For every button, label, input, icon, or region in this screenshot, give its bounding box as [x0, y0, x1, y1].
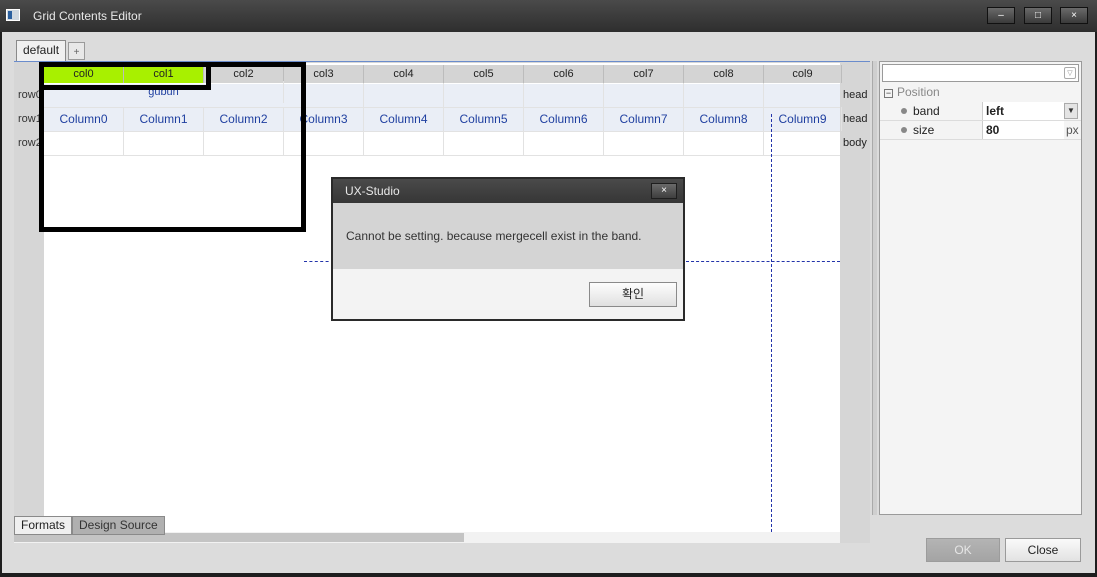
tab-formats[interactable]: Formats [14, 516, 73, 535]
property-row-band: band left ▼ [880, 102, 1081, 121]
property-object-select[interactable]: ▽ [882, 64, 1079, 82]
section-position[interactable]: − Position [884, 85, 940, 99]
col-header-7[interactable]: col7 [604, 65, 684, 83]
tab-default[interactable]: default [16, 40, 67, 61]
property-label: band [913, 104, 940, 118]
col-header-4[interactable]: col4 [364, 65, 444, 83]
grid-cell[interactable] [364, 83, 444, 107]
dialog-footer: 확인 [333, 269, 683, 319]
dialog-message: Cannot be setting. because mergecell exi… [333, 203, 683, 269]
property-row-size: size 80 px [880, 121, 1081, 140]
app-icon [6, 9, 20, 21]
grid-cell[interactable] [444, 83, 524, 107]
size-value-input[interactable]: 80 [982, 121, 1064, 139]
dialog-title: UX-Studio [333, 179, 683, 203]
chevron-down-icon[interactable]: ▽ [1064, 67, 1076, 79]
size-unit: px [1066, 123, 1079, 137]
band-label-row2: body [843, 137, 867, 149]
grid-cell[interactable] [684, 83, 764, 107]
close-button[interactable]: Close [1005, 538, 1081, 562]
horizontal-guide-line [304, 261, 334, 262]
vertical-guide-line [771, 114, 772, 532]
grid-cell[interactable] [364, 131, 444, 155]
grid-cell-column6[interactable]: Column6 [524, 107, 604, 131]
ok-button[interactable]: OK [926, 538, 1000, 562]
bullet-icon [901, 127, 907, 133]
grid-cell-column4[interactable]: Column4 [364, 107, 444, 131]
alert-dialog: UX-Studio × Cannot be setting. because m… [331, 177, 685, 321]
band-value-select[interactable]: left [982, 102, 1064, 120]
property-label: size [913, 123, 935, 137]
add-tab-button[interactable]: + [68, 42, 85, 60]
window-titlebar: Grid Contents Editor – □ × [0, 0, 1097, 32]
annotation-box [39, 62, 211, 90]
maximize-button[interactable]: □ [1024, 7, 1052, 24]
section-title: Position [897, 85, 940, 99]
confirm-button[interactable]: 확인 [589, 282, 677, 307]
band-label-row1: head [843, 113, 868, 125]
grid-cell[interactable] [684, 131, 764, 155]
col-header-6[interactable]: col6 [524, 65, 604, 83]
col-header-5[interactable]: col5 [444, 65, 524, 83]
dropdown-arrow-icon[interactable]: ▼ [1064, 103, 1078, 119]
property-panel: ▽ − Position band left ▼ size 80 px [879, 61, 1082, 515]
window-title: Grid Contents Editor [33, 9, 142, 23]
grid-cell[interactable] [604, 131, 684, 155]
grid-cell-column5[interactable]: Column5 [444, 107, 524, 131]
window-close-button[interactable]: × [1060, 7, 1088, 24]
panel-splitter[interactable] [872, 61, 877, 515]
grid-cell[interactable] [604, 83, 684, 107]
horizontal-guide-line [686, 261, 840, 262]
band-label-row0: head [843, 89, 868, 101]
col-header-9[interactable]: col9 [764, 65, 842, 83]
bullet-icon [901, 108, 907, 114]
minimize-button[interactable]: – [987, 7, 1015, 24]
grid-cell-column8[interactable]: Column8 [684, 107, 764, 131]
grid-cell[interactable] [524, 131, 604, 155]
tab-design-source[interactable]: Design Source [72, 516, 165, 535]
collapse-icon[interactable]: − [884, 89, 893, 98]
grid-cell[interactable] [444, 131, 524, 155]
dialog-close-button[interactable]: × [651, 183, 677, 199]
grid-cell[interactable] [524, 83, 604, 107]
col-header-8[interactable]: col8 [684, 65, 764, 83]
grid-cell-column7[interactable]: Column7 [604, 107, 684, 131]
grid-cell-column9[interactable]: Column9 [764, 107, 842, 131]
